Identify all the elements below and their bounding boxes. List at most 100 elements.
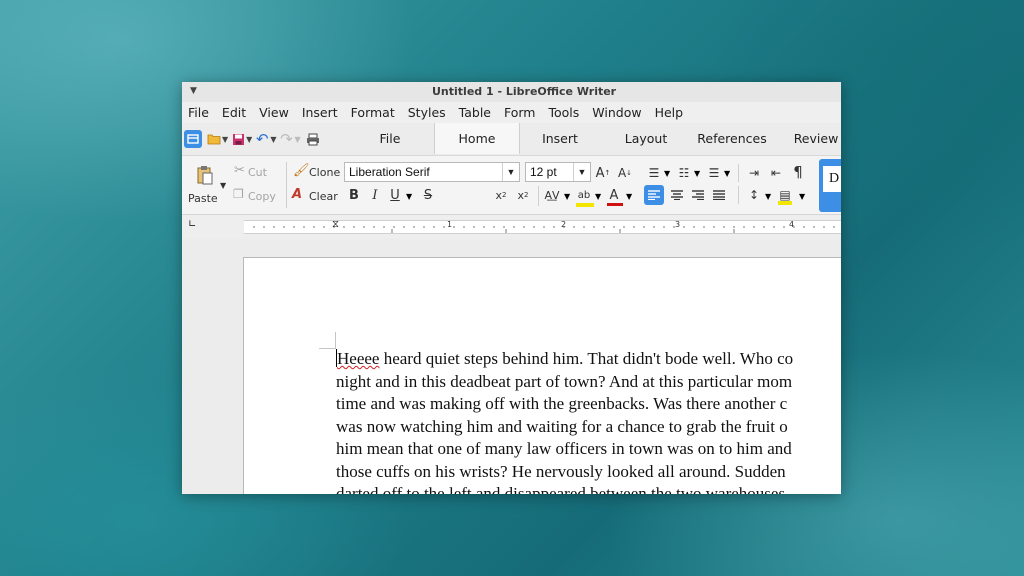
font-name-dropdown-icon[interactable]: ▼	[502, 163, 519, 181]
paragraph-line: darted off to the left and disappeared b…	[336, 484, 786, 494]
tab-home[interactable]: Home	[434, 123, 520, 154]
line-spacing-icon[interactable]: ↕	[746, 186, 762, 204]
decrease-indent-icon[interactable]: ⇤	[768, 164, 784, 182]
bullet-list-icon[interactable]: ☰	[646, 164, 662, 182]
menu-format[interactable]: Format	[351, 105, 395, 120]
indent-marker-icon[interactable]: ⧖	[332, 219, 339, 230]
undo-dropdown-icon[interactable]: ▼	[270, 135, 276, 144]
justify-icon[interactable]	[709, 185, 729, 205]
tab-file[interactable]: File	[368, 123, 412, 154]
menu-form[interactable]: Form	[504, 105, 536, 120]
grow-font-icon[interactable]: A ↑	[594, 164, 612, 182]
redo-icon: ↷	[280, 130, 293, 148]
open-dropdown-icon[interactable]: ▼	[222, 135, 228, 144]
menu-styles[interactable]: Styles	[408, 105, 446, 120]
tab-layout[interactable]: Layout	[618, 123, 674, 154]
numbered-list-dropdown-icon[interactable]: ▼	[694, 169, 700, 178]
horizontal-ruler[interactable]: ⧖ 1 2 3 4	[244, 219, 841, 234]
ruler-number-3: 3	[675, 220, 681, 229]
font-name-value: Liberation Serif	[349, 165, 430, 179]
menu-insert[interactable]: Insert	[302, 105, 338, 120]
style-preview[interactable]: D	[823, 166, 841, 192]
shrink-font-icon[interactable]: A ↓	[616, 164, 634, 182]
misspelled-word[interactable]: Heeee	[337, 349, 379, 368]
page[interactable]: Heeee heard quiet steps behind him. That…	[243, 257, 841, 494]
underline-icon[interactable]: U	[387, 186, 403, 204]
menu-edit[interactable]: Edit	[222, 105, 246, 120]
highlighting-color-icon[interactable]: ab	[574, 185, 594, 207]
formatting-marks-icon[interactable]: ¶	[790, 163, 806, 181]
font-size-combo[interactable]: 12 pt ▼	[525, 162, 591, 182]
undo-icon[interactable]: ↶	[254, 129, 270, 149]
paste-icon[interactable]	[194, 164, 216, 186]
paste-dropdown-icon[interactable]: ▼	[220, 181, 226, 190]
font-size-dropdown-icon[interactable]: ▼	[573, 163, 590, 181]
copy-label: Copy	[248, 190, 276, 203]
paragraph-line: time and was making off with the greenba…	[336, 394, 788, 413]
tab-review[interactable]: Review	[790, 123, 841, 154]
save-icon[interactable]	[230, 129, 246, 149]
paragraph-background-dropdown-icon[interactable]: ▼	[799, 192, 805, 201]
italic-icon[interactable]: I	[367, 186, 383, 204]
save-dropdown-icon[interactable]: ▼	[246, 135, 252, 144]
separator	[738, 186, 739, 204]
menu-toggle-icon[interactable]	[184, 130, 202, 148]
outline-list-icon[interactable]: ☰	[706, 164, 722, 182]
menu-table[interactable]: Table	[459, 105, 491, 120]
menu-help[interactable]: Help	[655, 105, 684, 120]
open-folder-icon[interactable]	[206, 129, 222, 149]
document-body[interactable]: Heeee heard quiet steps behind him. That…	[336, 348, 841, 494]
ruler-row: ∟ ⧖ 1 2 3 4	[182, 215, 841, 239]
tab-stop-selector-icon[interactable]: ∟	[188, 219, 196, 230]
print-icon[interactable]	[303, 129, 323, 149]
clone-formatting-icon[interactable]: 🖌	[293, 163, 310, 178]
copy-icon: ❐	[233, 187, 244, 201]
paragraph-line: night and in this deadbeat part of town?…	[336, 371, 793, 391]
bold-icon[interactable]: B	[346, 186, 362, 204]
line-spacing-dropdown-icon[interactable]: ▼	[765, 192, 771, 201]
clone-label[interactable]: Clone	[309, 166, 340, 179]
ruler-number-1: 1	[447, 220, 453, 229]
outline-list-dropdown-icon[interactable]: ▼	[724, 169, 730, 178]
bullet-list-dropdown-icon[interactable]: ▼	[664, 169, 670, 178]
underline-dropdown-icon[interactable]: ▼	[406, 192, 412, 201]
paragraph-line: those cuffs on his wrists? He nervously …	[336, 461, 786, 481]
align-center-icon[interactable]	[667, 185, 687, 205]
font-color-dropdown-icon[interactable]: ▼	[626, 192, 632, 201]
title-bar: ▼ Untitled 1 - LibreOffice Writer	[182, 82, 841, 102]
menu-window[interactable]: Window	[592, 105, 641, 120]
text-boundary-corner	[335, 332, 336, 349]
increase-indent-icon[interactable]: ⇥	[746, 164, 762, 182]
strikethrough-icon[interactable]: S	[420, 186, 436, 204]
cut-icon: ✂	[234, 163, 245, 178]
menu-file[interactable]: File	[188, 105, 209, 120]
tab-references[interactable]: References	[694, 123, 770, 154]
align-right-icon[interactable]	[688, 185, 708, 205]
paragraph-background-icon[interactable]: ▤	[776, 185, 794, 205]
paste-label[interactable]: Paste	[188, 192, 218, 205]
character-spacing-icon[interactable]: A͟V	[542, 186, 562, 204]
clear-formatting-icon[interactable]: A	[292, 187, 302, 202]
highlighting-dropdown-icon[interactable]: ▼	[595, 192, 601, 201]
ruler-number-4: 4	[789, 220, 795, 229]
subscript-icon[interactable]: x2	[492, 186, 510, 204]
font-color-icon[interactable]: A	[604, 185, 624, 206]
font-name-combo[interactable]: Liberation Serif ▼	[344, 162, 520, 182]
menu-bar: File Edit View Insert Format Styles Tabl…	[182, 102, 841, 123]
numbered-list-icon[interactable]: ☷	[676, 164, 692, 182]
notebookbar-tabs: ▼ ▼ ↶ ▼ ↷ ▼ File Home Insert Layout Refe…	[182, 123, 841, 156]
paragraph-line: Heeee heard quiet steps behind him. That…	[336, 349, 794, 368]
menu-tools[interactable]: Tools	[548, 105, 579, 120]
character-spacing-dropdown-icon[interactable]: ▼	[564, 192, 570, 201]
superscript-icon[interactable]: x2	[514, 186, 532, 204]
align-left-icon[interactable]	[644, 185, 664, 205]
clear-label[interactable]: Clear	[309, 190, 338, 203]
text-boundary-corner	[319, 348, 336, 349]
quick-access-toolbar: ▼ ▼ ↶ ▼ ↷ ▼	[184, 129, 323, 149]
menu-view[interactable]: View	[259, 105, 289, 120]
styles-panel[interactable]: D	[819, 159, 841, 212]
separator	[738, 164, 739, 182]
tab-insert[interactable]: Insert	[532, 123, 588, 154]
libreoffice-window: ▼ Untitled 1 - LibreOffice Writer File E…	[182, 82, 841, 494]
separator	[538, 186, 539, 206]
